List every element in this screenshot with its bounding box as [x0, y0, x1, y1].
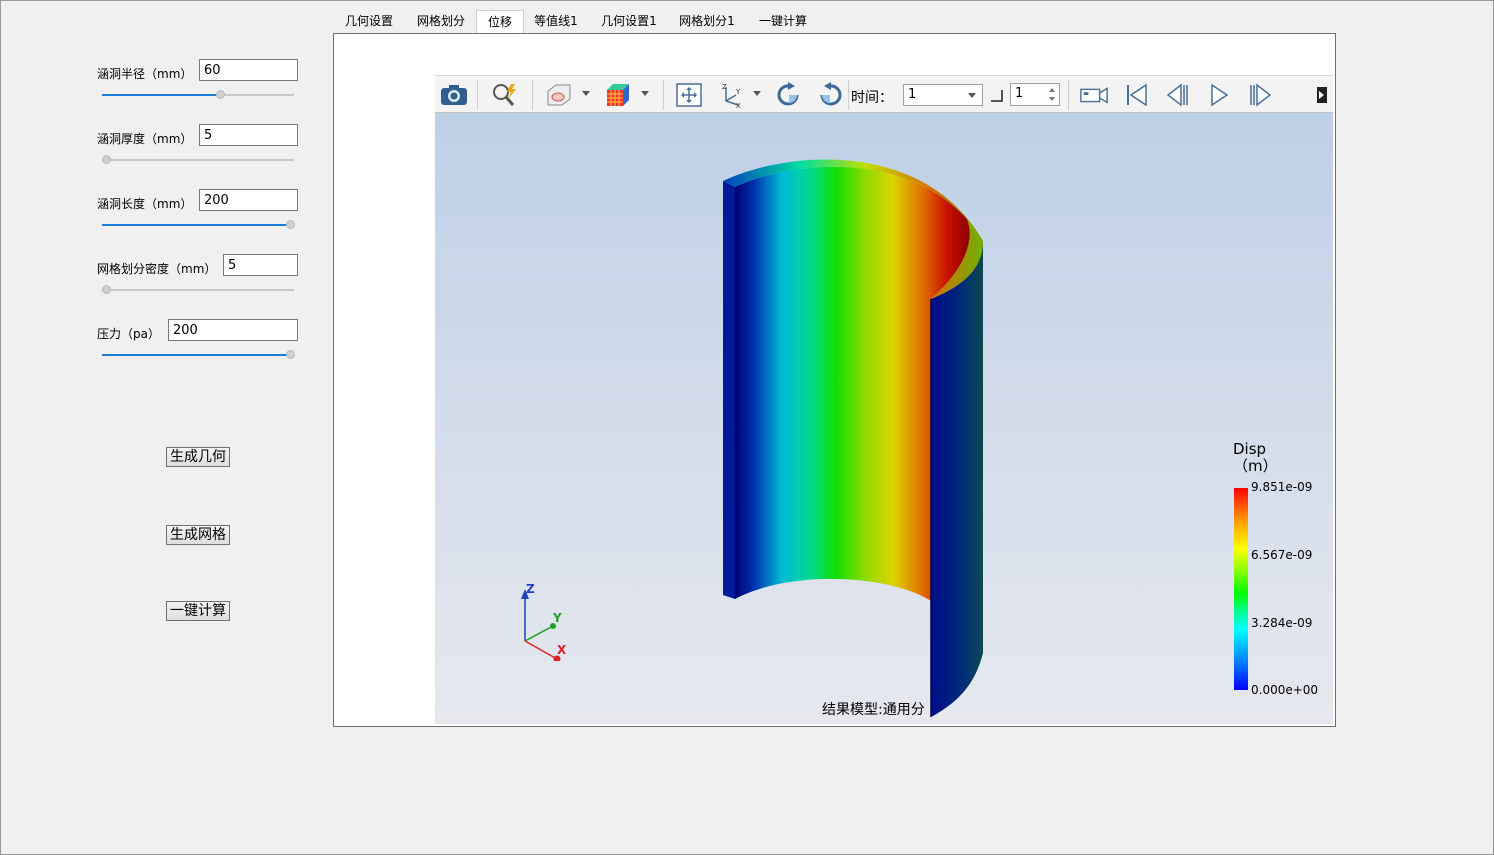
- radius-slider[interactable]: [102, 89, 294, 101]
- zoom-fit-icon[interactable]: [490, 80, 520, 110]
- time-select-value: 1: [908, 87, 917, 102]
- next-frame-icon[interactable]: [1245, 80, 1275, 110]
- svg-text:X: X: [736, 102, 741, 109]
- tab-geometry-settings[interactable]: 几何设置: [334, 10, 404, 33]
- param-pressure-label: 压力（pa）: [97, 327, 160, 341]
- legend-title: Disp （m）: [1233, 440, 1278, 475]
- mesh-density-slider-thumb[interactable]: [102, 285, 111, 294]
- 3d-scene[interactable]: Z Y X Disp （m） 9.851e-09 6.567e-09 3.284…: [435, 113, 1333, 724]
- tab-displacement[interactable]: 位移: [476, 10, 524, 33]
- generate-mesh-button[interactable]: 生成网格: [166, 525, 230, 545]
- svg-text:Y: Y: [735, 88, 741, 96]
- mesh-density-slider[interactable]: [102, 284, 294, 296]
- axis-z-label: Z: [526, 582, 535, 596]
- param-radius-label: 涵洞半径（mm）: [97, 67, 193, 81]
- tab-mesh[interactable]: 网格划分: [406, 10, 476, 33]
- svg-text:Z: Z: [722, 83, 727, 91]
- thickness-slider-thumb[interactable]: [102, 155, 111, 164]
- viewer-toolbar: ZYX 时间： 1 1: [435, 75, 1333, 113]
- color-cube-icon[interactable]: [603, 80, 633, 110]
- camera-icon[interactable]: [439, 80, 469, 110]
- chevron-down-icon: [968, 93, 976, 98]
- tab-one-click-compute[interactable]: 一键计算: [748, 10, 818, 33]
- axis-y-label: Y: [552, 611, 562, 625]
- spin-up-icon[interactable]: [1049, 88, 1055, 92]
- tab-mesh-1[interactable]: 网格划分1: [670, 10, 744, 33]
- generate-geometry-button[interactable]: 生成几何: [166, 447, 230, 467]
- result-viewer: ZYX 时间： 1 1 Z Y X Disp （m） 9.851e-09 6.5…: [435, 75, 1333, 724]
- result-model-status: 结果模型:通用分: [822, 702, 925, 718]
- axis-triad: Z Y X: [521, 582, 567, 661]
- tab-contour-1[interactable]: 等值线1: [526, 10, 586, 33]
- tab-geometry-settings-1[interactable]: 几何设置1: [591, 10, 667, 33]
- video-record-icon[interactable]: [1079, 80, 1109, 110]
- param-length-label: 涵洞长度（mm）: [97, 197, 193, 211]
- one-click-compute-button[interactable]: 一键计算: [166, 601, 230, 621]
- axes-icon[interactable]: ZYX: [717, 80, 747, 110]
- time-select[interactable]: 1: [903, 84, 983, 106]
- length-input[interactable]: [199, 189, 298, 211]
- color-dropdown-icon[interactable]: [641, 91, 649, 96]
- thickness-input[interactable]: [199, 124, 298, 146]
- rotate-ccw-icon[interactable]: [815, 80, 845, 110]
- pressure-slider-thumb[interactable]: [286, 350, 295, 359]
- pressure-input[interactable]: [168, 319, 298, 341]
- radius-slider-thumb[interactable]: [216, 90, 225, 99]
- first-frame-icon[interactable]: [1122, 80, 1152, 110]
- param-mesh-density-label: 网格划分密度（mm）: [97, 262, 217, 276]
- legend-tick-max: 9.851e-09: [1251, 480, 1313, 494]
- more-icon[interactable]: [1311, 80, 1333, 110]
- rotate-cw-icon[interactable]: [774, 80, 804, 110]
- step-spinbox-value: 1: [1015, 86, 1024, 101]
- legend-tick-2: 6.567e-09: [1251, 548, 1313, 562]
- step-spinbox[interactable]: 1: [1010, 83, 1060, 106]
- section-dropdown-icon[interactable]: [582, 91, 590, 96]
- legend-color-bar: [1234, 488, 1248, 690]
- axes-dropdown-icon[interactable]: [753, 91, 761, 96]
- length-slider[interactable]: [102, 219, 295, 231]
- prev-frame-icon[interactable]: [1163, 80, 1193, 110]
- radius-input[interactable]: [199, 59, 298, 81]
- pressure-slider[interactable]: [102, 349, 295, 361]
- axis-x-label: X: [557, 643, 567, 657]
- legend-tick-1: 3.284e-09: [1251, 616, 1313, 630]
- mesh-density-input[interactable]: [223, 254, 298, 276]
- time-label: 时间：: [851, 90, 893, 106]
- main-window: 涵洞半径（mm） 涵洞厚度（mm） 涵洞长度（mm） 网格划分密: [0, 0, 1494, 855]
- section-view-icon[interactable]: [543, 80, 573, 110]
- step-corner-icon: [991, 90, 1003, 102]
- length-slider-thumb[interactable]: [286, 220, 295, 229]
- spin-down-icon[interactable]: [1049, 97, 1055, 101]
- play-icon[interactable]: [1204, 80, 1234, 110]
- thickness-slider[interactable]: [102, 154, 294, 166]
- param-thickness-label: 涵洞厚度（mm）: [97, 132, 193, 146]
- fit-view-icon[interactable]: [674, 80, 704, 110]
- legend-tick-min: 0.000e+00: [1251, 683, 1319, 697]
